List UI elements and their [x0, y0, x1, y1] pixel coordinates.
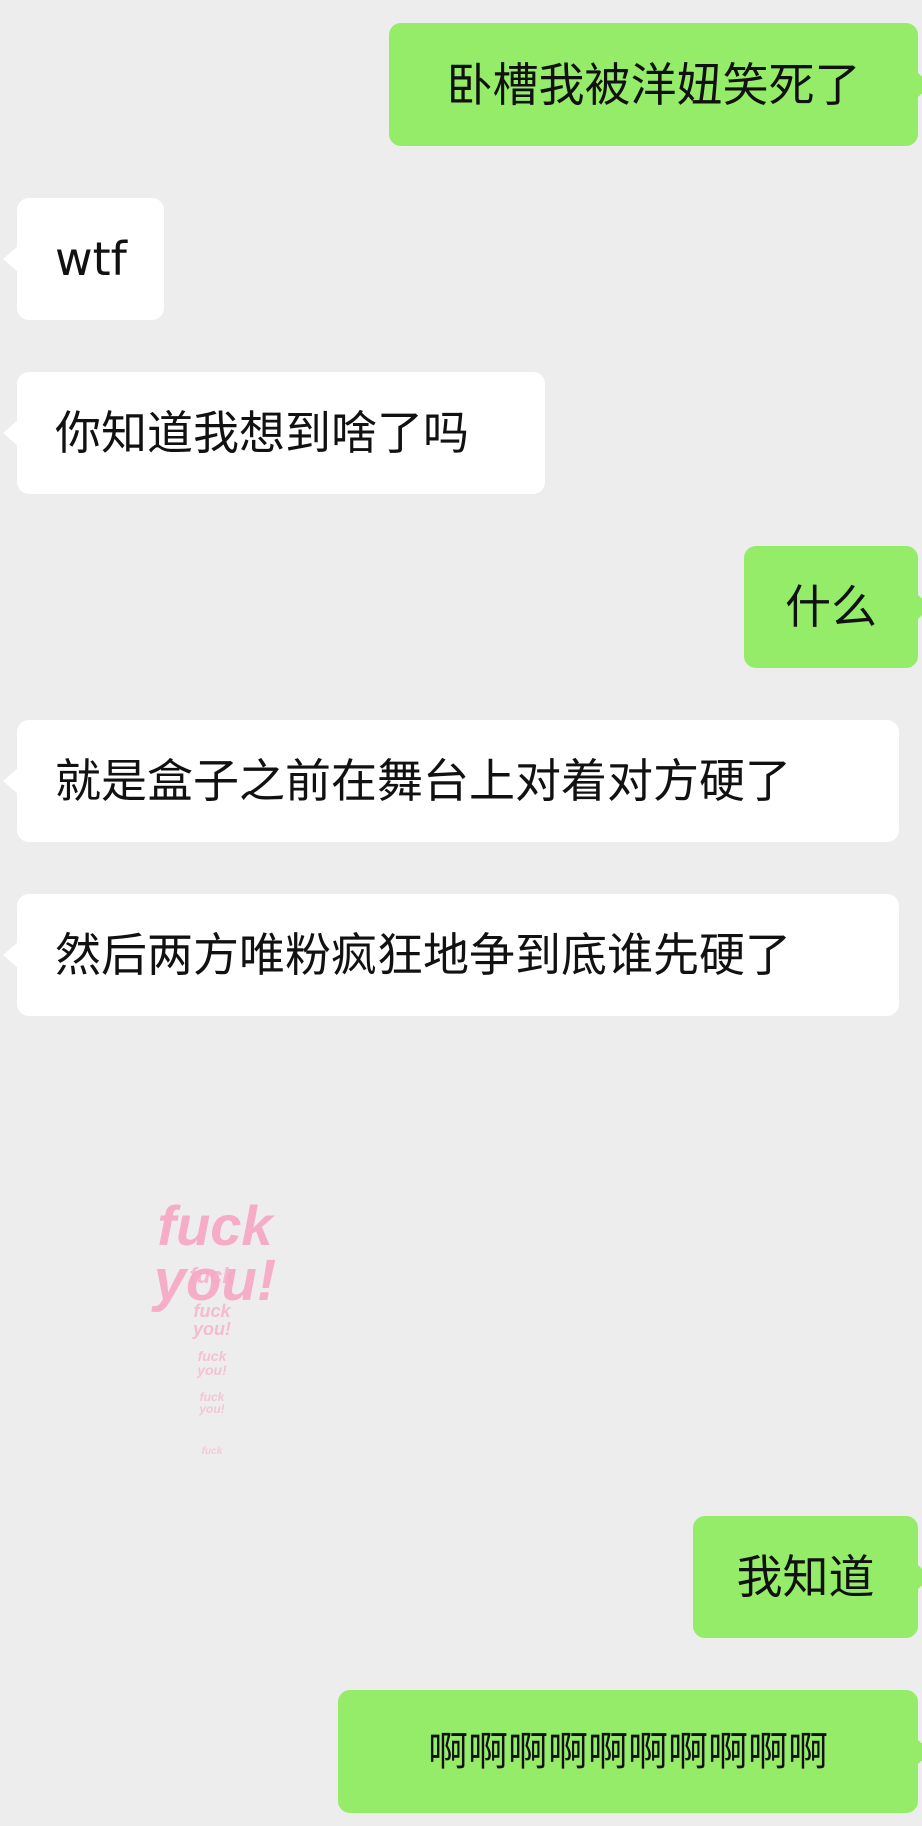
- message-text: 卧槽我被洋妞笑死了: [446, 57, 861, 112]
- message-text: 我知道: [736, 1550, 875, 1604]
- message-text: wtf: [55, 232, 127, 286]
- sticker-text-echo: you!: [198, 1402, 224, 1416]
- sticker-text-echo: you!: [192, 1319, 231, 1339]
- message-text: 然后两方唯粉疯狂地争到底谁先硬了: [55, 928, 791, 982]
- message-bubble-received[interactable]: wtf: [3, 198, 164, 320]
- message-bubble-received[interactable]: 就是盒子之前在舞台上对着对方硬了: [3, 720, 899, 842]
- message-text: 就是盒子之前在舞台上对着对方硬了: [55, 754, 791, 808]
- message-text: 你知道我想到啥了吗: [55, 406, 469, 460]
- message-text: 什么: [785, 580, 877, 634]
- message-bubble-sent[interactable]: 卧槽我被洋妞笑死了: [389, 23, 922, 146]
- message-bubble-received[interactable]: 你知道我想到啥了吗: [3, 372, 545, 494]
- message-text: 啊啊啊啊啊啊啊啊啊啊: [428, 1728, 828, 1775]
- sticker-text-echo: fuck: [189, 1263, 236, 1288]
- message-bubble-sent[interactable]: 什么: [744, 546, 922, 668]
- message-bubble-received[interactable]: 然后两方唯粉疯狂地争到底谁先硬了: [3, 894, 899, 1016]
- message-bubble-sent[interactable]: 我知道: [693, 1516, 922, 1638]
- sticker-message[interactable]: fuck you! fuck fuck you! fuck you! fuck …: [120, 1195, 300, 1475]
- fuck-you-sticker-icon: fuck you! fuck fuck you! fuck you! fuck …: [151, 1195, 276, 1457]
- sticker-text-echo: fuck: [202, 1446, 223, 1457]
- sticker-text-echo: you!: [196, 1362, 227, 1378]
- chat-message-list[interactable]: 卧槽我被洋妞笑死了 wtf 你知道我想到啥了吗 什么 就是盒子之前在舞台上对着对…: [0, 0, 922, 1826]
- sticker-text-echo: fuck: [193, 1301, 231, 1321]
- message-bubble-sent[interactable]: 啊啊啊啊啊啊啊啊啊啊: [338, 1690, 922, 1813]
